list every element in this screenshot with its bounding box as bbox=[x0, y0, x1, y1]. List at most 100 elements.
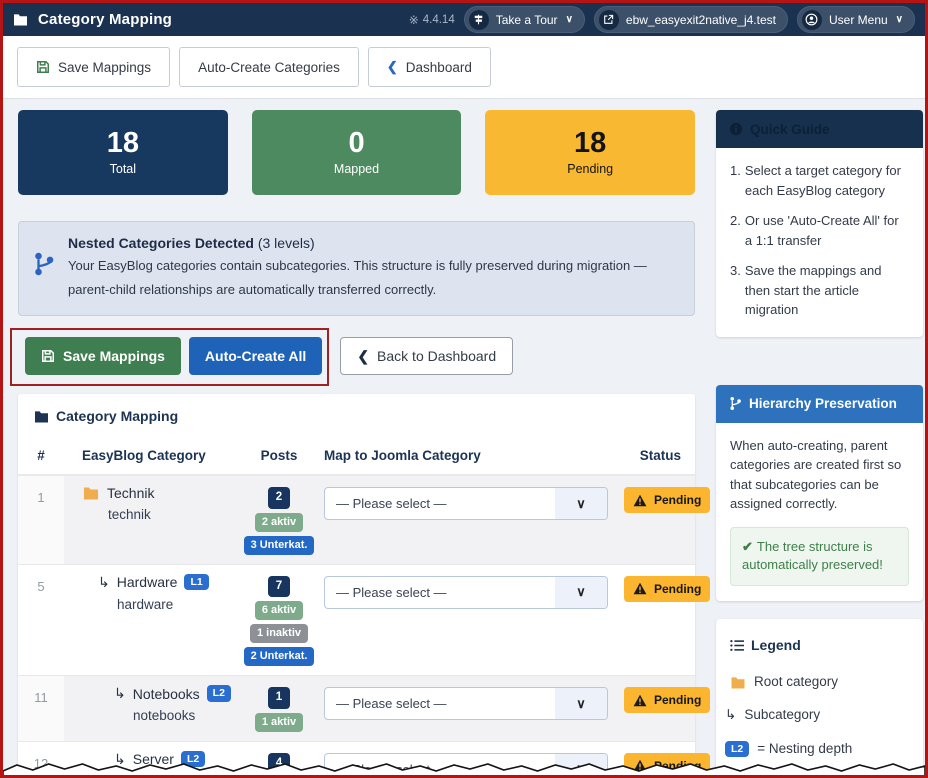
back-to-dashboard-button[interactable]: ❮ Back to Dashboard bbox=[340, 337, 513, 375]
stat-label: Mapped bbox=[334, 162, 379, 176]
stat-value: 18 bbox=[107, 129, 139, 158]
save-mappings-button[interactable]: Save Mappings bbox=[25, 337, 181, 375]
user-menu-label: User Menu bbox=[829, 13, 888, 27]
quick-guide-header: Quick Guide bbox=[716, 110, 923, 148]
category-cell: ↳ Notebooks L2 notebooks bbox=[64, 685, 234, 723]
stat-card-total: 18 Total bbox=[18, 110, 228, 195]
posts-badge-count: 2 bbox=[268, 487, 290, 509]
table-row: 1 Technik technik 22 aktiv3 Unterkat. — … bbox=[18, 476, 695, 565]
select-placeholder: — Please select — bbox=[325, 585, 555, 600]
table-body: 1 Technik technik 22 aktiv3 Unterkat. — … bbox=[18, 476, 695, 778]
joomla-category-select[interactable]: — Please select — ∨ bbox=[324, 487, 608, 520]
card-title: Category Mapping bbox=[18, 408, 695, 424]
status-badge: Pending bbox=[624, 576, 710, 602]
level-badge: L2 bbox=[725, 741, 749, 758]
notice-body: Your EasyBlog categories contain subcate… bbox=[68, 254, 678, 302]
auto-create-all-button[interactable]: Auto-Create All bbox=[189, 337, 322, 375]
subcategory-arrow-icon: ↳ bbox=[98, 574, 110, 591]
select-placeholder: — Please select — bbox=[325, 496, 555, 511]
category-name: Notebooks bbox=[133, 686, 200, 702]
warning-triangle-icon bbox=[633, 582, 647, 595]
folder-icon bbox=[34, 410, 49, 423]
folder-icon bbox=[82, 486, 100, 500]
page-title: Category Mapping bbox=[38, 11, 172, 28]
tree-preserved-success-box: ✔The tree structure is automatically pre… bbox=[730, 527, 909, 587]
table-header-row: # EasyBlog Category Posts Map to Joomla … bbox=[18, 438, 695, 476]
site-link-button[interactable]: ebw_easyexit2native_j4.test bbox=[594, 6, 788, 33]
legend-root-category: Root category bbox=[730, 672, 909, 692]
hierarchy-header: Hierarchy Preservation bbox=[716, 385, 923, 423]
list-icon bbox=[730, 639, 744, 652]
hierarchy-panel: Hierarchy Preservation When auto-creatin… bbox=[716, 385, 923, 602]
hierarchy-branch-icon bbox=[33, 251, 55, 277]
category-slug: technik bbox=[108, 507, 234, 522]
stat-label: Total bbox=[110, 162, 136, 176]
status-badge: Pending bbox=[624, 687, 710, 713]
select-placeholder: — Please select — bbox=[325, 696, 555, 711]
legend-title: Legend bbox=[730, 635, 909, 656]
joomla-category-select[interactable]: — Please select — ∨ bbox=[324, 687, 608, 720]
column-header-status: Status bbox=[624, 448, 695, 463]
chevron-down-icon: ∨ bbox=[555, 488, 607, 519]
sidebar: Quick Guide Select a target category for… bbox=[716, 110, 923, 778]
status-label: Pending bbox=[654, 582, 701, 596]
stats-row: 18 Total 0 Mapped 18Pending bbox=[18, 110, 695, 195]
posts-badge-active: 6 aktiv bbox=[255, 601, 303, 620]
posts-badge-active: 2 aktiv bbox=[255, 513, 303, 532]
chevron-down-icon: ∨ bbox=[555, 577, 607, 608]
user-menu-button[interactable]: User Menu ∨ bbox=[797, 6, 915, 33]
category-name: Hardware bbox=[117, 574, 178, 590]
take-a-tour-button[interactable]: Take a Tour ∨ bbox=[464, 6, 585, 33]
notice-title: Nested Categories Detected (3 levels) bbox=[68, 235, 678, 251]
row-number: 11 bbox=[18, 676, 64, 741]
quick-guide-step: Or use 'Auto-Create All' for a 1:1 trans… bbox=[730, 211, 909, 250]
stat-value: 18 bbox=[574, 129, 606, 158]
joomla-category-select[interactable]: — Please select — ∨ bbox=[324, 576, 608, 609]
column-header-num: # bbox=[18, 448, 64, 463]
hierarchy-body-text: When auto-creating, parent categories ar… bbox=[730, 436, 909, 514]
chevron-down-icon: ∨ bbox=[896, 14, 903, 25]
legend-divider bbox=[730, 775, 909, 776]
posts-badge-sub: 2 Unterkat. bbox=[244, 647, 315, 666]
category-cell: ↳ Hardware L1 hardware bbox=[64, 574, 234, 612]
hierarchy-branch-icon bbox=[729, 396, 742, 411]
stat-card-mapped: 0 Mapped bbox=[252, 110, 462, 195]
column-header-posts: Posts bbox=[234, 448, 324, 463]
admin-topbar: Category Mapping ※ 4.4.14 Take a Tour ∨ … bbox=[3, 3, 925, 36]
chevron-left-icon: ❮ bbox=[387, 59, 398, 75]
status-label: Pending bbox=[654, 693, 701, 707]
row-number: 5 bbox=[18, 565, 64, 676]
posts-badges: 2 2 aktiv 3 Unterkat. bbox=[234, 485, 324, 555]
stat-value: 0 bbox=[348, 129, 364, 158]
chevron-down-icon: ∨ bbox=[555, 688, 607, 719]
posts-badge-inactive: 1 inaktiv bbox=[250, 624, 308, 643]
subcategory-arrow-icon: ↳ bbox=[114, 685, 126, 702]
table-row: 11 ↳ Notebooks L2 notebooks 11 aktiv — P… bbox=[18, 676, 695, 742]
legend-nesting-depth: L2 = Nesting depth bbox=[725, 739, 909, 759]
posts-badges: 11 aktiv bbox=[234, 685, 324, 732]
joomla-logo-icon: ※ bbox=[409, 13, 419, 27]
info-circle-icon bbox=[729, 122, 743, 136]
level-badge: L2 bbox=[207, 685, 231, 702]
quick-guide-step: Save the mappings and then start the art… bbox=[730, 261, 909, 320]
torn-edge-decoration bbox=[3, 761, 925, 775]
quick-guide-step: Select a target category for each EasyBl… bbox=[730, 161, 909, 200]
posts-badges: 7 6 aktiv 1 inaktiv 2 Unterkat. bbox=[234, 574, 324, 667]
save-icon bbox=[36, 60, 50, 74]
toolbar-autocreate-button[interactable]: Auto-Create Categories bbox=[179, 47, 359, 87]
level-badge: L1 bbox=[184, 574, 208, 591]
category-slug: notebooks bbox=[133, 708, 234, 723]
check-icon: ✔ bbox=[742, 539, 753, 554]
table-row: 5 ↳ Hardware L1 hardware 7 6 aktiv 1 inakt… bbox=[18, 565, 695, 677]
toolbar-save-mappings-button[interactable]: Save Mappings bbox=[17, 47, 170, 87]
toolbar-dashboard-button[interactable]: ❮ Dashboard bbox=[368, 47, 491, 87]
stat-card-pending: 18Pending bbox=[485, 110, 695, 195]
subcategory-arrow-icon: ↳ bbox=[725, 705, 736, 725]
posts-badge-sub: 3 Unterkat. bbox=[244, 536, 315, 555]
external-link-icon bbox=[599, 10, 619, 30]
posts-badge-count: 7 bbox=[268, 576, 290, 598]
notice-levels: (3 levels) bbox=[254, 235, 315, 251]
joomla-toolbar: Save Mappings Auto-Create Categories ❮ D… bbox=[3, 36, 925, 99]
quick-guide-panel: Quick Guide Select a target category for… bbox=[716, 110, 923, 337]
action-buttons-row: Save Mappings Auto-Create All ❮ Back to … bbox=[18, 337, 695, 375]
